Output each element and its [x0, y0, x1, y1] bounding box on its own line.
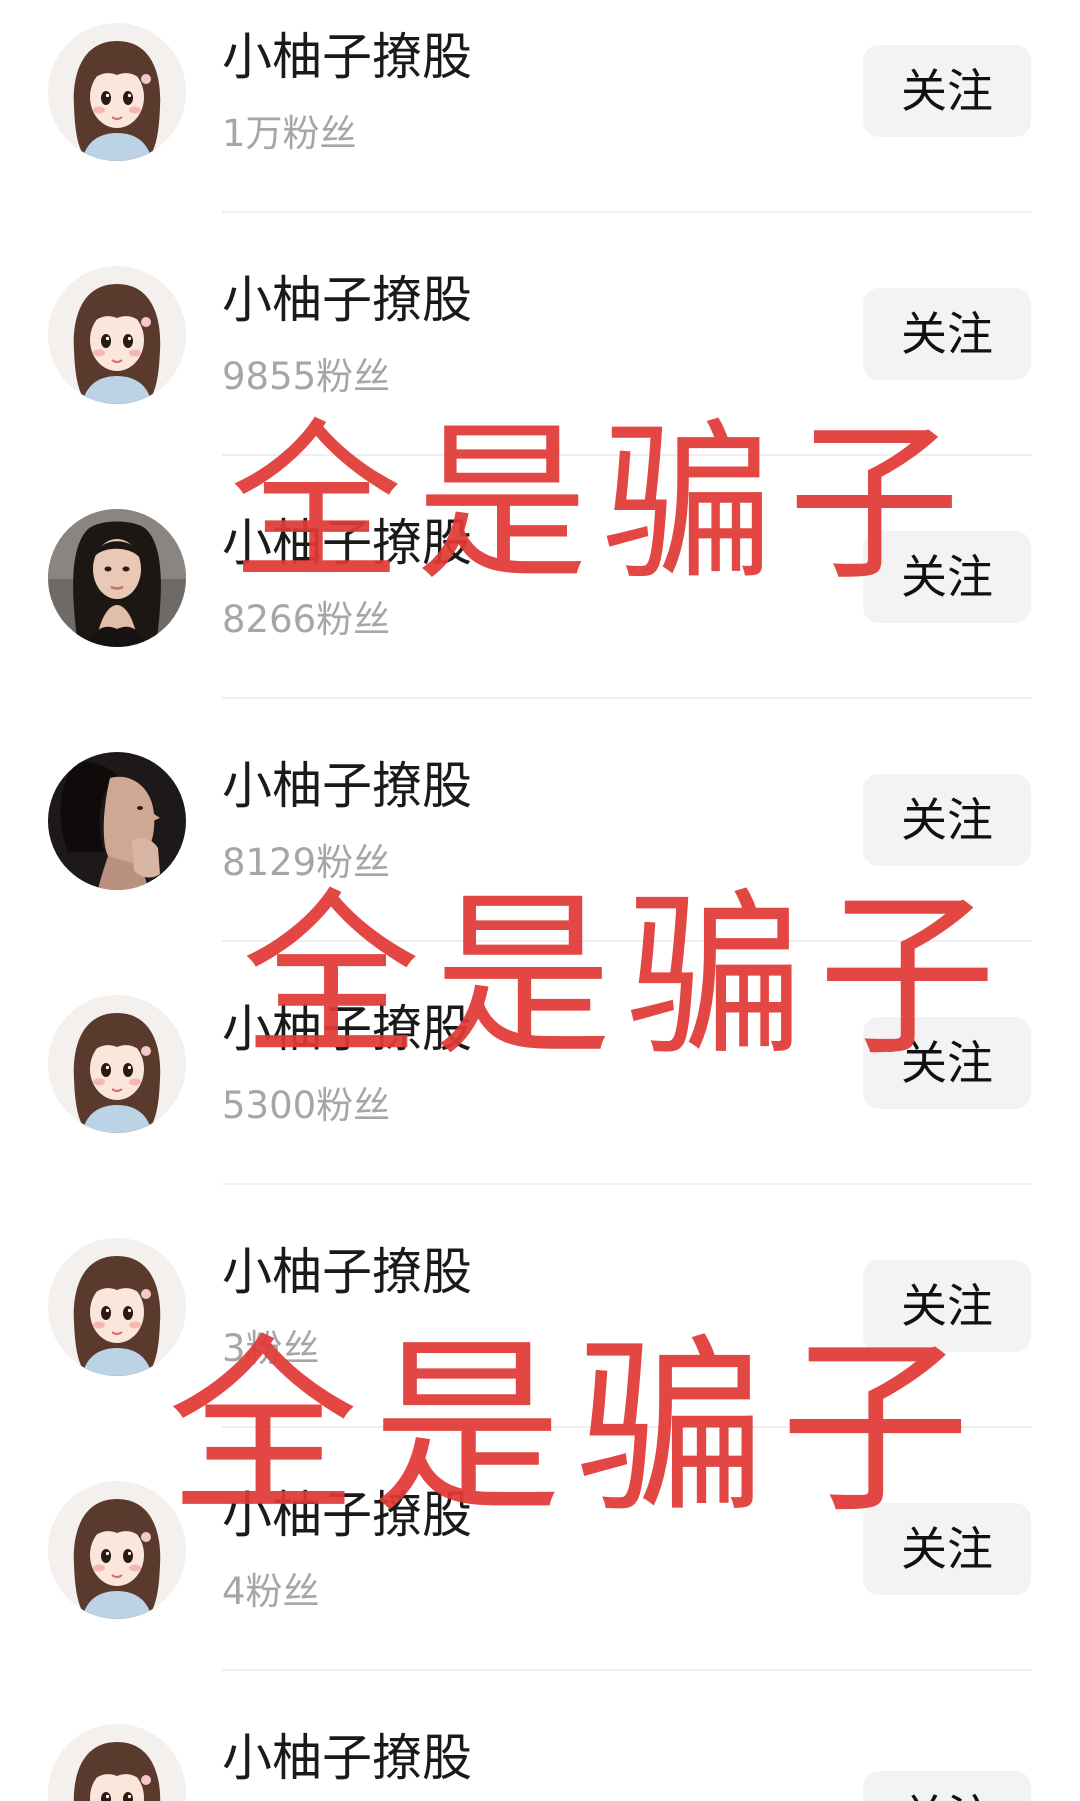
follow-button[interactable]: 关注: [863, 531, 1031, 623]
list-item[interactable]: 小柚子撩股 1万粉丝 关注: [0, 0, 1080, 243]
fans-count: 1万粉丝: [222, 112, 357, 155]
divider: [222, 940, 1032, 942]
cartoon-girl-avatar-icon: [48, 1238, 186, 1376]
divider: [222, 454, 1032, 456]
divider: [222, 1669, 1032, 1671]
woman-photo-avatar-icon: [48, 509, 186, 647]
list-item[interactable]: 小柚子撩股 9855粉丝 关注: [0, 243, 1080, 486]
divider: [222, 697, 1032, 699]
follow-list: 小柚子撩股 1万粉丝 关注 小柚子撩股 9855粉丝 关注 小柚子撩股 8266…: [0, 0, 1080, 1801]
username[interactable]: 小柚子撩股: [222, 1247, 472, 1297]
avatar[interactable]: [48, 1724, 186, 1801]
divider: [222, 1426, 1032, 1428]
avatar[interactable]: [48, 752, 186, 890]
avatar[interactable]: [48, 1481, 186, 1619]
divider: [222, 1183, 1032, 1185]
avatar[interactable]: [48, 266, 186, 404]
avatar[interactable]: [48, 23, 186, 161]
list-item[interactable]: 小柚子撩股 关注: [0, 1701, 1080, 1801]
username[interactable]: 小柚子撩股: [222, 1004, 472, 1054]
cartoon-girl-avatar-icon: [48, 1481, 186, 1619]
follow-button[interactable]: 关注: [863, 288, 1031, 380]
list-item[interactable]: 小柚子撩股 8129粉丝 关注: [0, 729, 1080, 972]
username[interactable]: 小柚子撩股: [222, 761, 472, 811]
username[interactable]: 小柚子撩股: [222, 32, 472, 82]
follow-button[interactable]: 关注: [863, 1017, 1031, 1109]
cartoon-girl-avatar-icon: [48, 1724, 186, 1801]
divider: [222, 211, 1032, 213]
username[interactable]: 小柚子撩股: [222, 518, 472, 568]
follow-button[interactable]: 关注: [863, 1260, 1031, 1352]
follow-button[interactable]: 关注: [863, 1771, 1031, 1801]
username[interactable]: 小柚子撩股: [222, 1490, 472, 1540]
follow-button[interactable]: 关注: [863, 45, 1031, 137]
fans-count: 8129粉丝: [222, 841, 391, 884]
avatar[interactable]: [48, 995, 186, 1133]
fans-count: 5300粉丝: [222, 1084, 391, 1127]
fans-count: 9855粉丝: [222, 355, 391, 398]
follow-button[interactable]: 关注: [863, 1503, 1031, 1595]
woman-profile-avatar-icon: [48, 752, 186, 890]
list-item[interactable]: 小柚子撩股 5300粉丝 关注: [0, 972, 1080, 1215]
cartoon-girl-avatar-icon: [48, 266, 186, 404]
username[interactable]: 小柚子撩股: [222, 1733, 472, 1783]
cartoon-girl-avatar-icon: [48, 23, 186, 161]
fans-count: 4粉丝: [222, 1570, 320, 1613]
list-item[interactable]: 小柚子撩股 8266粉丝 关注: [0, 486, 1080, 729]
follow-button[interactable]: 关注: [863, 774, 1031, 866]
cartoon-girl-avatar-icon: [48, 995, 186, 1133]
username[interactable]: 小柚子撩股: [222, 275, 472, 325]
list-item[interactable]: 小柚子撩股 3粉丝 关注: [0, 1215, 1080, 1458]
avatar[interactable]: [48, 509, 186, 647]
avatar[interactable]: [48, 1238, 186, 1376]
fans-count: 8266粉丝: [222, 598, 391, 641]
fans-count: 3粉丝: [222, 1327, 320, 1370]
list-item[interactable]: 小柚子撩股 4粉丝 关注: [0, 1458, 1080, 1701]
